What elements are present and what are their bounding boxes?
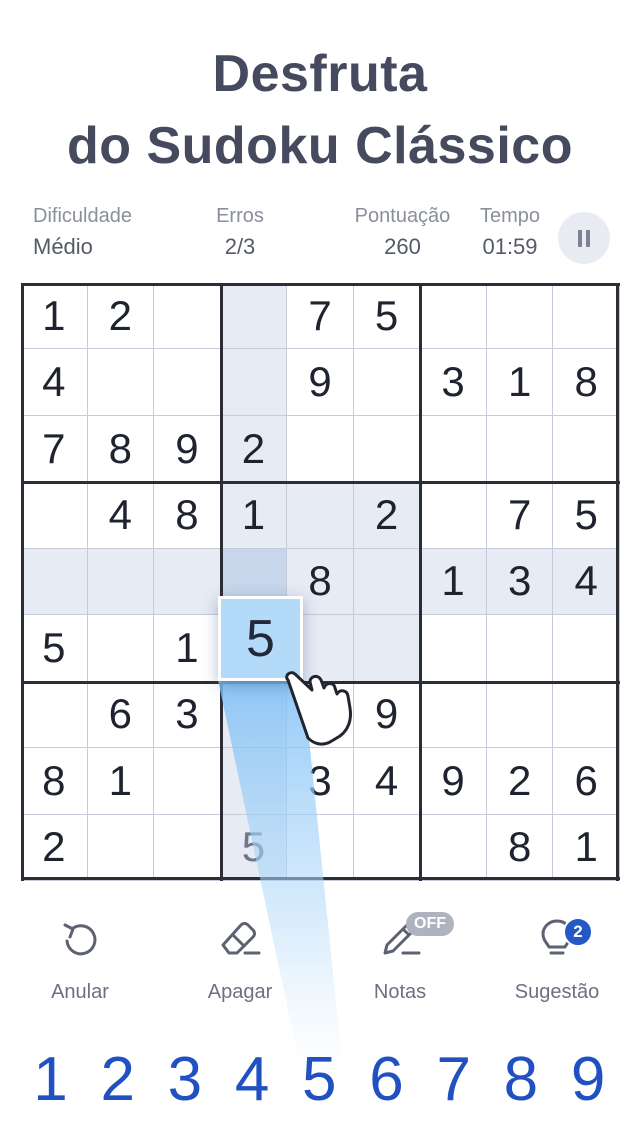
number-pad: 123456789: [17, 1040, 623, 1120]
hint-count-badge: 2: [563, 917, 593, 947]
erase-label: Apagar: [207, 981, 273, 1003]
notes-label: Notas: [373, 981, 427, 1003]
toolbar: Anular Apagar OFF Notas 2 Sugestão: [0, 912, 640, 1015]
undo-icon: [63, 923, 97, 956]
hand-pointer-icon: [285, 671, 352, 746]
notes-button[interactable]: OFF Notas: [340, 912, 460, 1004]
numpad-key[interactable]: 8: [487, 1040, 554, 1120]
numpad-key[interactable]: 2: [84, 1040, 151, 1120]
eraser-icon: [221, 922, 261, 955]
numpad-key[interactable]: 5: [286, 1040, 353, 1120]
numpad-key[interactable]: 6: [353, 1040, 420, 1120]
notes-off-badge: OFF: [406, 912, 454, 936]
numpad-key[interactable]: 1: [17, 1040, 84, 1120]
numpad-key[interactable]: 4: [219, 1040, 286, 1120]
numpad-key[interactable]: 7: [420, 1040, 487, 1120]
undo-button[interactable]: Anular: [20, 915, 140, 1004]
numpad-key[interactable]: 3: [151, 1040, 218, 1120]
erase-button[interactable]: Apagar: [180, 915, 300, 1004]
hint-button[interactable]: 2 Sugestão: [497, 915, 617, 1004]
undo-label: Anular: [51, 981, 109, 1003]
numpad-key[interactable]: 9: [555, 1040, 622, 1120]
hint-label: Sugestão: [514, 981, 600, 1003]
